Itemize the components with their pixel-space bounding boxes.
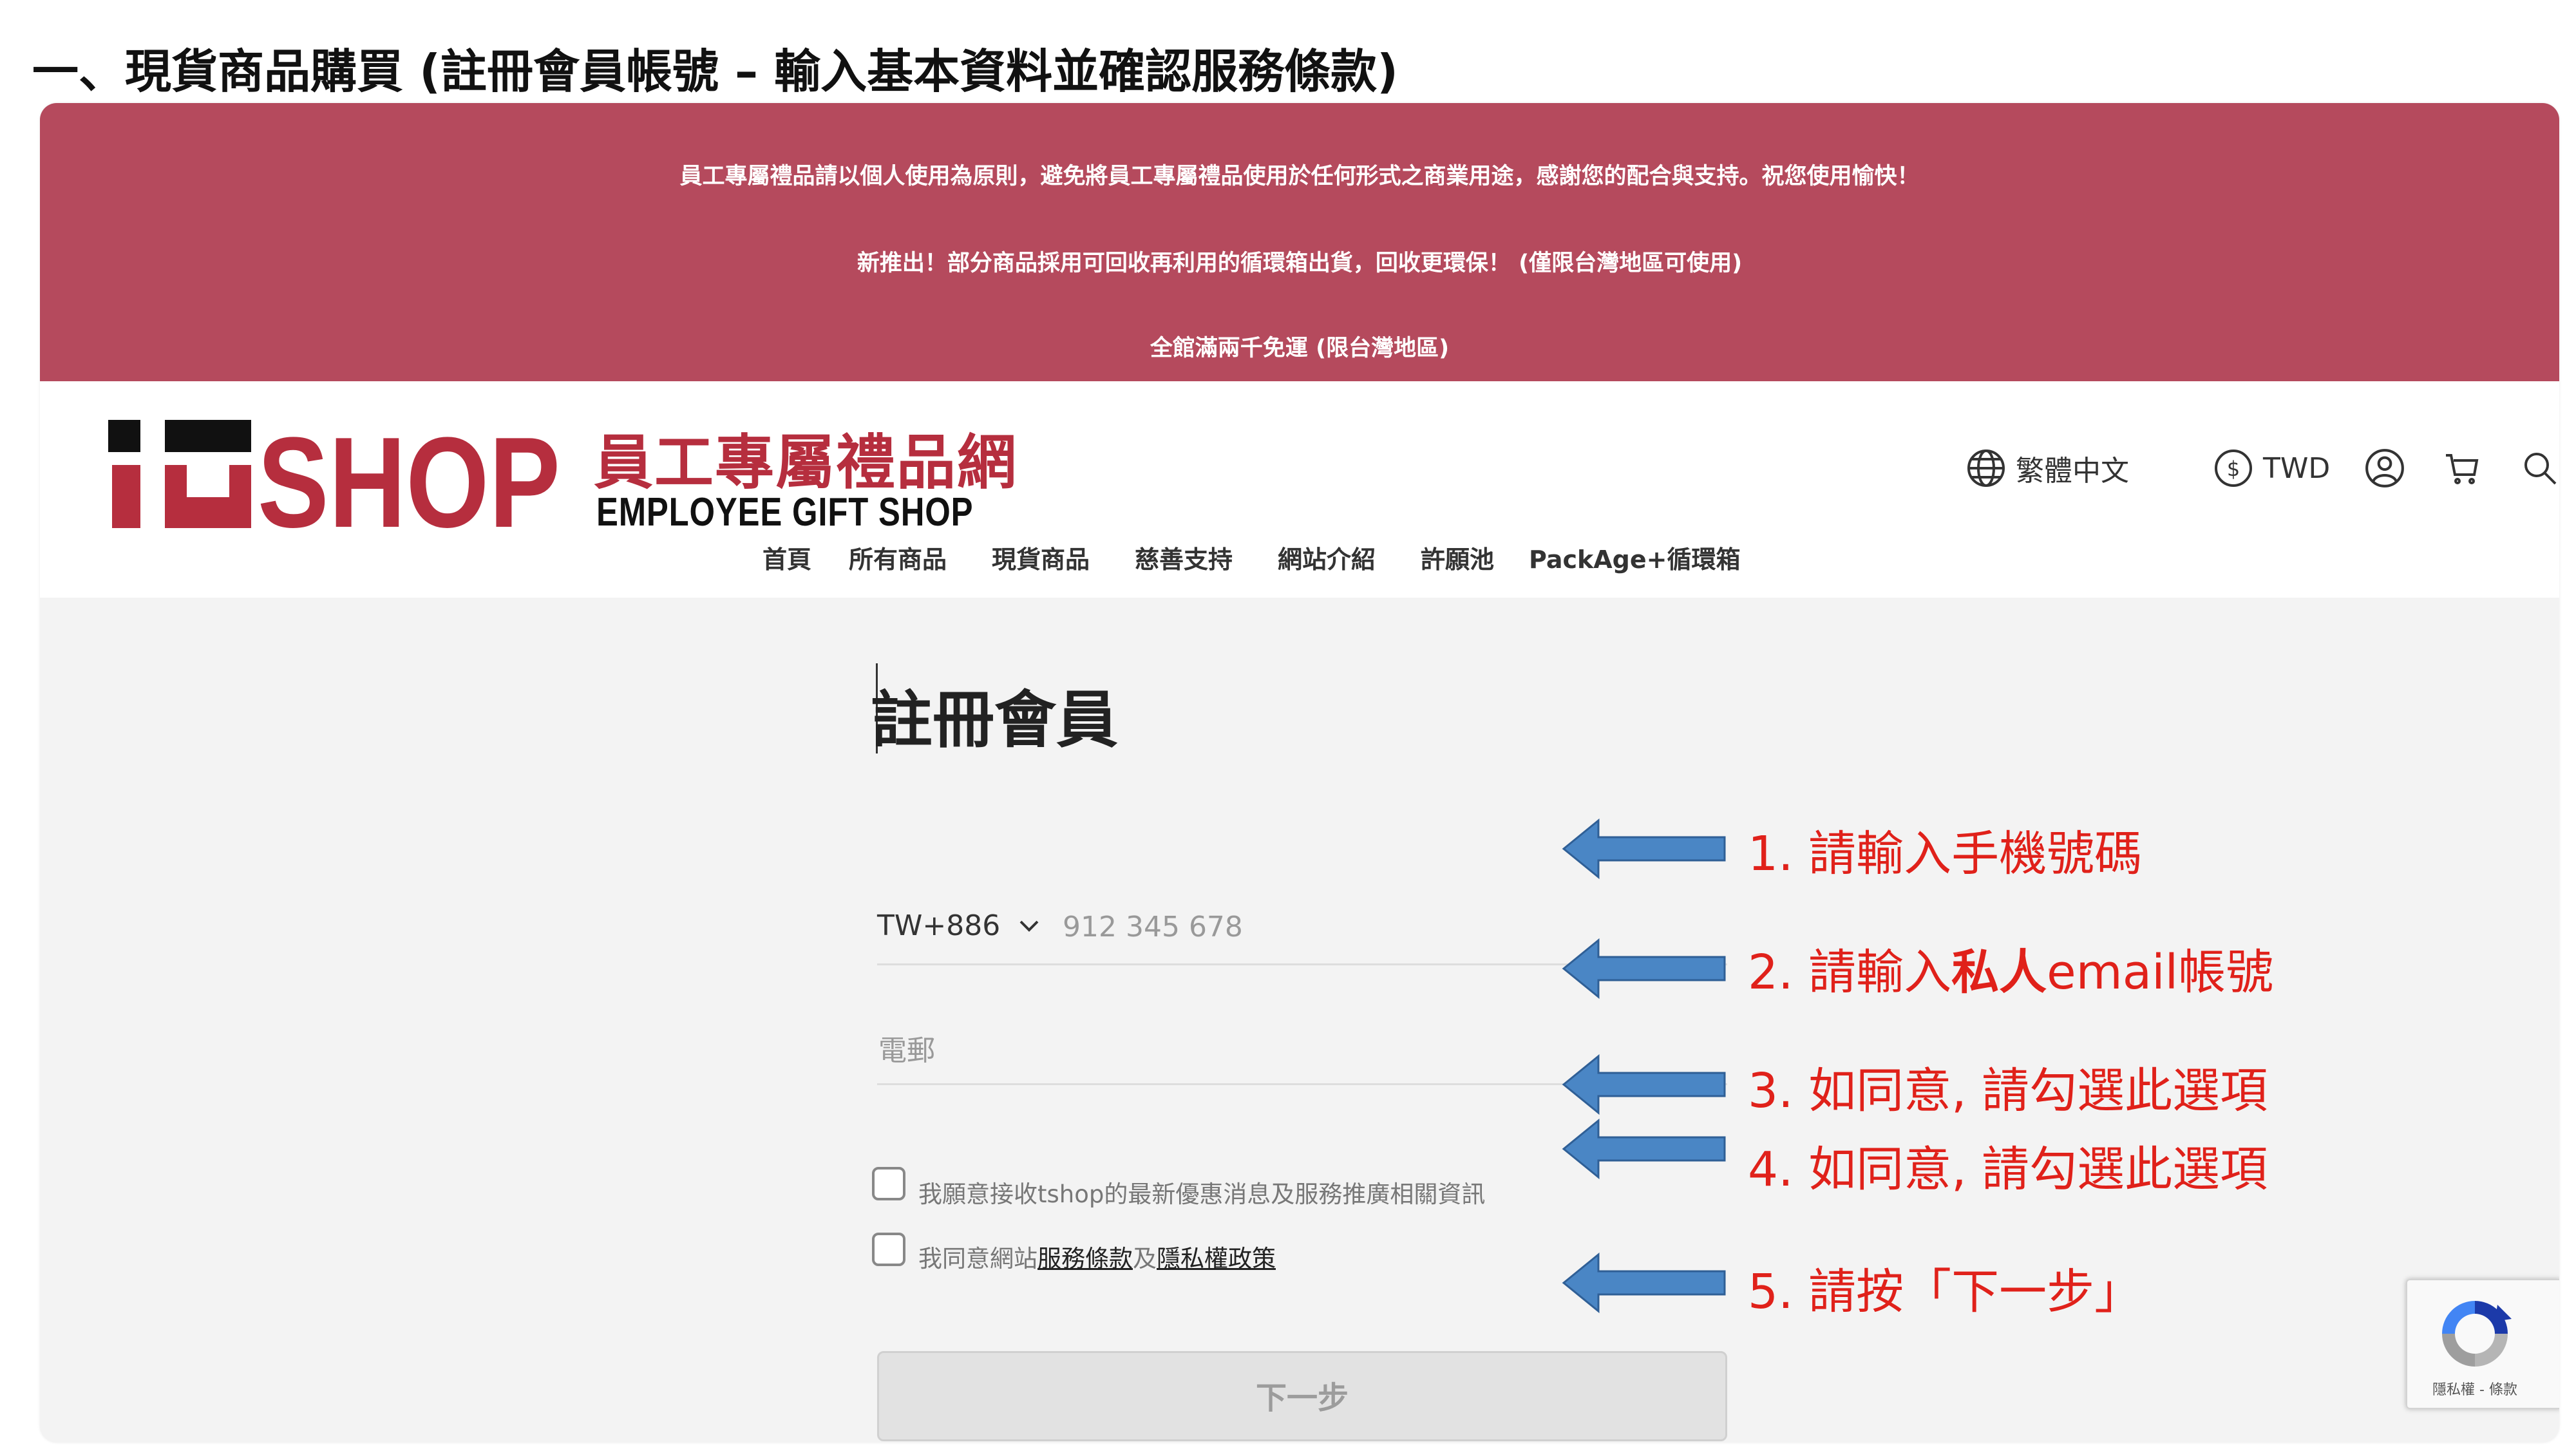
terms-label-joiner: 及 [1133,1245,1157,1273]
announcement-line: 新推出！部分商品採用可回收再利用的循環箱出貨，回收更環保！ (僅限台灣地區可使用… [857,251,1743,276]
search-button[interactable] [2519,446,2559,491]
dollar-icon: $ [2215,450,2252,487]
recaptcha-badge[interactable]: 隱私權 - 條款 [2406,1279,2559,1409]
chevron-down-icon [1019,920,1039,932]
search-icon [2524,453,2557,485]
newsletter-label: 我願意接收tshop的最新優惠消息及服務推廣相關資訊 [918,1180,1486,1208]
site-header: SHOP 員工專屬禮品網 EMPLOYEE GIFT SHOP 繁體中文 $ T… [40,381,2559,598]
annotation-step-2-suffix: email帳號 [2047,945,2274,1000]
arrow-left-icon [1562,1118,1726,1180]
nav-item-home[interactable]: 首頁 [762,540,811,575]
nav-item-wishlist[interactable]: 許願池 [1421,540,1494,575]
currency-label: TWD [2263,451,2331,485]
main-nav: 首頁 所有商品 現貨商品 慈善支持 網站介紹 許願池 PackAge+循環箱 [40,540,2559,578]
nav-item-all-products[interactable]: 所有商品 [849,540,947,575]
arrow-left-icon [1562,938,1726,999]
document-heading: 一、現貨商品購買 (註冊會員帳號 – 輸入基本資料並確認服務條款) [32,44,1399,99]
terms-label: 我同意網站服務條款及隱私權政策 [918,1239,1276,1274]
nav-item-charity[interactable]: 慈善支持 [1135,540,1233,575]
next-step-button[interactable]: 下一步 [877,1351,1727,1441]
tshop-logo-mark: SHOP [108,415,560,531]
annotation-step-5: 5. 請按「下一步」 [1748,1264,2143,1320]
announcement-bar: 員工專屬禮品請以個人使用為原則，避免將員工專屬禮品使用於任何形式之商業用途，感謝… [40,103,2559,381]
annotation-step-2: 2. 請輸入私人email帳號 [1748,934,2273,1003]
site-logo[interactable]: SHOP 員工專屬禮品網 EMPLOYEE GIFT SHOP [104,415,1038,535]
nav-item-package[interactable]: PackAge+循環箱 [1529,540,1741,575]
browser-screenshot: 員工專屬禮品請以個人使用為原則，避免將員工專屬禮品使用於任何形式之商業用途，感謝… [40,103,2559,1443]
cart-button[interactable] [2442,446,2483,491]
arrow-left-icon [1562,1252,1726,1314]
svg-text:SHOP: SHOP [258,415,560,531]
newsletter-checkbox[interactable] [872,1167,905,1200]
account-button[interactable] [2363,446,2406,491]
page-title: 註冊會員 [871,684,1118,756]
announcement-line: 員工專屬禮品請以個人使用為原則，避免將員工專屬禮品使用於任何形式之商業用途，感謝… [679,164,1920,189]
nav-item-in-stock[interactable]: 現貨商品 [992,540,1090,575]
terms-of-service-link[interactable]: 服務條款 [1037,1245,1133,1273]
recaptcha-links[interactable]: 隱私權 - 條款 [2407,1378,2543,1399]
privacy-policy-link[interactable]: 隱私權政策 [1157,1245,1276,1273]
nav-item-about[interactable]: 網站介紹 [1278,540,1376,575]
annotation-step-2-prefix: 2. 請輸入 [1748,945,1952,1000]
language-selector[interactable]: 繁體中文 [1965,446,2129,491]
country-code-select[interactable]: TW+886 [877,909,1040,942]
logo-title-en: EMPLOYEE GIFT SHOP [596,490,974,535]
currency-selector[interactable]: $ TWD [2213,446,2330,491]
annotation-step-1: 1. 請輸入手機號碼 [1748,826,2143,882]
cart-icon [2446,454,2479,484]
globe-icon [1967,450,2005,487]
arrow-left-icon [1562,1054,1726,1115]
terms-checkbox[interactable] [872,1233,905,1266]
logo-title-cn: 員工專屬禮品網 [594,428,1018,497]
language-label: 繁體中文 [2016,455,2129,488]
annotation-step-4: 4. 如同意, 請勾選此選項 [1748,1142,2268,1197]
svg-text:$: $ [2227,457,2240,481]
arrow-left-icon [1562,818,1726,880]
terms-label-prefix: 我同意網站 [918,1245,1037,1273]
annotation-step-3: 3. 如同意, 請勾選此選項 [1748,1063,2268,1119]
country-code-value: TW+886 [877,909,1001,942]
annotation-step-2-bold: 私人 [1951,945,2047,1000]
recaptcha-icon [2442,1301,2512,1367]
user-icon [2365,449,2404,488]
announcement-line: 全館滿兩千免運 (限台灣地區) [1150,336,1450,361]
